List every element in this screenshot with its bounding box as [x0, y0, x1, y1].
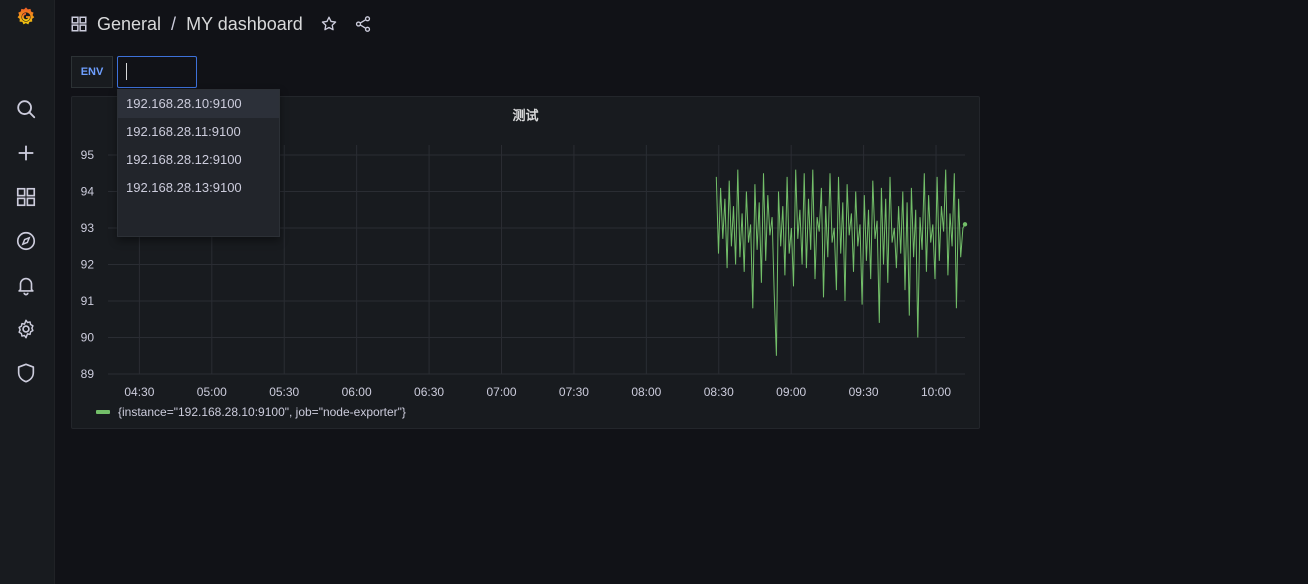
plus-icon[interactable]: [13, 140, 39, 166]
variable-env-input[interactable]: [117, 56, 197, 88]
dropdown-option[interactable]: 192.168.28.13:9100: [118, 174, 279, 202]
dashboards-grid-icon[interactable]: [13, 184, 39, 210]
page-title[interactable]: MY dashboard: [186, 14, 303, 35]
dropdown-option[interactable]: 192.168.28.12:9100: [118, 146, 279, 174]
sidebar: [0, 0, 55, 584]
text-cursor: [126, 63, 127, 80]
y-tick-label: 93: [81, 221, 95, 235]
x-tick-label: 05:30: [269, 385, 299, 399]
y-tick-label: 91: [81, 294, 95, 308]
dropdown-option[interactable]: 192.168.28.11:9100: [118, 118, 279, 146]
x-tick-label: 07:30: [559, 385, 589, 399]
legend-swatch: [96, 410, 110, 414]
y-tick-label: 95: [81, 148, 95, 162]
legend-label[interactable]: {instance="192.168.28.10:9100", job="nod…: [118, 405, 406, 419]
dropdown-option[interactable]: 192.168.28.10:9100: [118, 90, 279, 118]
x-tick-label: 09:00: [776, 385, 806, 399]
share-icon[interactable]: [353, 14, 373, 34]
shield-icon[interactable]: [13, 360, 39, 386]
x-tick-label: 08:30: [704, 385, 734, 399]
search-icon[interactable]: [13, 96, 39, 122]
legend: {instance="192.168.28.10:9100", job="nod…: [96, 405, 406, 419]
x-tick-label: 08:00: [631, 385, 661, 399]
y-tick-label: 94: [81, 185, 95, 199]
x-tick-label: 07:00: [486, 385, 516, 399]
compass-icon[interactable]: [13, 228, 39, 254]
breadcrumb-separator: /: [171, 13, 177, 34]
grafana-logo-icon[interactable]: [13, 4, 39, 30]
x-tick-label: 10:00: [921, 385, 951, 399]
dashboard-grid-icon: [71, 16, 87, 32]
variable-label-env: ENV: [71, 56, 113, 88]
x-tick-label: 06:00: [342, 385, 372, 399]
variable-options-dropdown: 192.168.28.10:9100 192.168.28.11:9100 19…: [117, 89, 280, 237]
breadcrumb: General / MY dashboard: [70, 10, 373, 38]
x-tick-label: 09:30: [849, 385, 879, 399]
y-tick-label: 89: [81, 367, 95, 381]
x-tick-label: 04:30: [124, 385, 154, 399]
bell-icon[interactable]: [13, 272, 39, 298]
folder-link[interactable]: General: [97, 14, 161, 35]
star-icon[interactable]: [319, 14, 339, 34]
series-last-point: [962, 222, 968, 227]
y-tick-label: 90: [81, 331, 95, 345]
x-tick-label: 05:00: [197, 385, 227, 399]
gear-icon[interactable]: [13, 316, 39, 342]
y-tick-label: 92: [81, 258, 95, 272]
series-line: [715, 169, 966, 356]
x-tick-label: 06:30: [414, 385, 444, 399]
